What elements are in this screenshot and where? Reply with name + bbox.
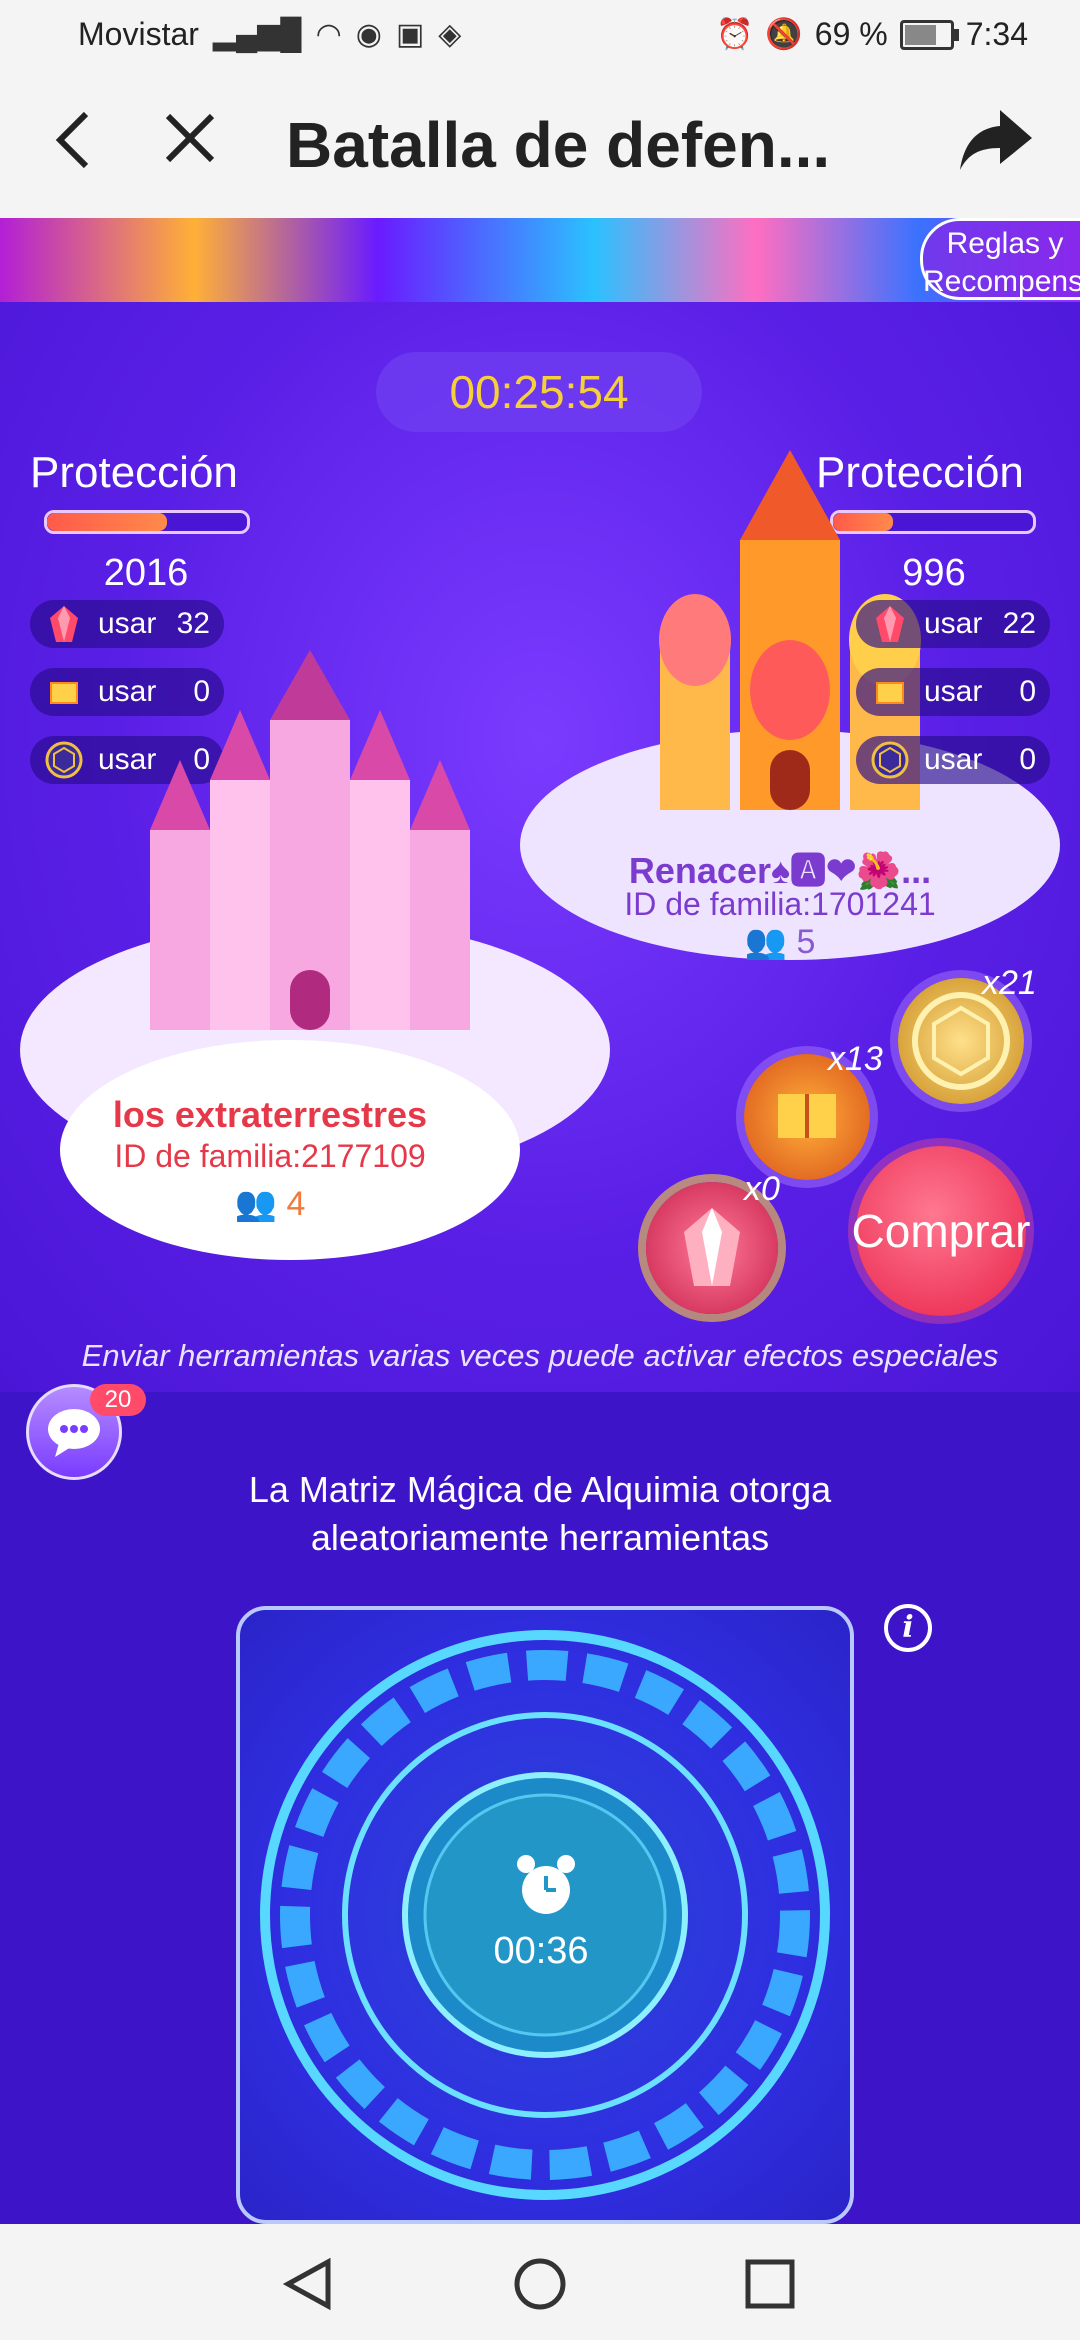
mute-icon: 🔕 <box>765 18 803 51</box>
alchemy-matrix[interactable]: 00:36 <box>236 1606 854 2224</box>
gold-shield-icon <box>45 741 83 779</box>
app-bar: Batalla de defen... <box>0 72 1080 220</box>
close-icon <box>165 113 215 163</box>
event-banner <box>0 218 1080 302</box>
right-tool-crystal[interactable]: usar 22 <box>856 600 1050 648</box>
red-crystal-icon <box>50 606 78 642</box>
tool-count: 0 <box>1019 675 1036 708</box>
chevron-left-icon <box>55 111 89 169</box>
status-right: ⏰ 🔕 69 % 7:34 <box>716 16 1028 53</box>
notification-icon: ◉ <box>355 18 382 51</box>
right-tool-shield[interactable]: usar 0 <box>856 736 1050 784</box>
tool-count: 0 <box>1019 743 1036 776</box>
members-icon: 👥 <box>744 923 787 961</box>
battery-icon <box>899 19 959 50</box>
close-button[interactable] <box>160 102 230 182</box>
fire-book-icon <box>50 682 78 704</box>
buy-button[interactable]: Comprar <box>852 1146 1030 1316</box>
signal-icon: ▂▄▆█ <box>212 18 302 51</box>
left-member-count: 4 <box>286 1185 306 1223</box>
alarm-icon: ⏰ <box>716 18 754 51</box>
app-notification-icon: ▣ <box>395 18 425 51</box>
left-team-id: ID de familia:2177109 <box>114 1138 426 1174</box>
right-tool-book[interactable]: usar 0 <box>856 668 1050 716</box>
page-title: Batalla de defen... <box>286 109 831 181</box>
rules-rewards-button[interactable]: Reglas y Recompensa <box>920 218 1080 300</box>
tool-use-label: usar <box>98 607 157 640</box>
chat-unread-badge: 20 <box>90 1384 146 1416</box>
crystal-quantity: x0 <box>744 1170 780 1208</box>
left-protection-bar <box>44 510 250 534</box>
tool-count: 22 <box>1002 607 1036 640</box>
shield-quantity: x21 <box>982 964 1037 1002</box>
status-bar: Movistar ▂▄▆█ ◠ ◉ ▣ ◈ ⏰ 🔕 69 % 7:34 <box>0 0 1080 72</box>
alchemy-title-line1: La Matriz Mágica de Alquimia otorga <box>248 1469 832 1510</box>
tool-use-label: usar <box>924 607 983 640</box>
nav-recents-icon[interactable] <box>744 2258 796 2310</box>
share-button[interactable] <box>956 100 1036 180</box>
alchemy-countdown: 00:36 <box>493 1930 589 1972</box>
carrier-label: Movistar <box>78 16 199 52</box>
left-castle-image <box>150 650 470 1030</box>
left-protection-label: Protección <box>30 448 238 497</box>
rules-label-line2: Recompensa <box>923 265 1080 298</box>
nav-back-icon[interactable] <box>282 2256 334 2312</box>
rules-label-line1: Reglas y <box>946 227 1064 260</box>
info-button[interactable]: i <box>884 1604 932 1652</box>
battery-percent: 69 % <box>814 16 888 52</box>
nav-home-icon[interactable] <box>512 2256 568 2312</box>
left-team-members: 👥 4 <box>210 1184 330 1224</box>
right-team-members: 👥 5 <box>720 922 840 962</box>
left-team-name[interactable]: los extraterrestres <box>60 1094 480 1136</box>
alchemy-title: La Matriz Mágica de Alquimia otorga alea… <box>140 1466 940 1562</box>
alarm-clock-icon <box>517 1855 575 1914</box>
tool-count: 32 <box>176 607 210 640</box>
share-icon <box>960 110 1032 170</box>
wifi-icon: ◠ <box>315 18 342 51</box>
status-left: Movistar ▂▄▆█ ◠ ◉ ▣ ◈ <box>78 16 461 53</box>
left-protection-value: 2016 <box>103 552 189 594</box>
left-protection-fill <box>47 513 167 531</box>
tool-use-label: usar <box>924 675 983 708</box>
members-icon: 👥 <box>234 1185 277 1223</box>
right-member-count: 5 <box>796 923 816 961</box>
back-button[interactable] <box>48 100 108 180</box>
battle-timer: 00:25:54 <box>376 352 702 432</box>
right-team-id: ID de familia:1701241 <box>624 886 936 922</box>
fire-book-icon <box>876 682 904 704</box>
hint-text: Enviar herramientas varias veces puede a… <box>81 1338 999 1373</box>
red-crystal-icon <box>876 606 904 642</box>
game-notification-icon: ◈ <box>438 18 462 51</box>
system-nav-bar <box>0 2224 1080 2340</box>
book-quantity: x13 <box>828 1040 883 1078</box>
tool-use-label: usar <box>924 743 983 776</box>
clock: 7:34 <box>965 16 1028 52</box>
alchemy-title-line2: aleatoriamente herramientas <box>310 1517 770 1558</box>
gold-shield-icon <box>871 741 909 779</box>
